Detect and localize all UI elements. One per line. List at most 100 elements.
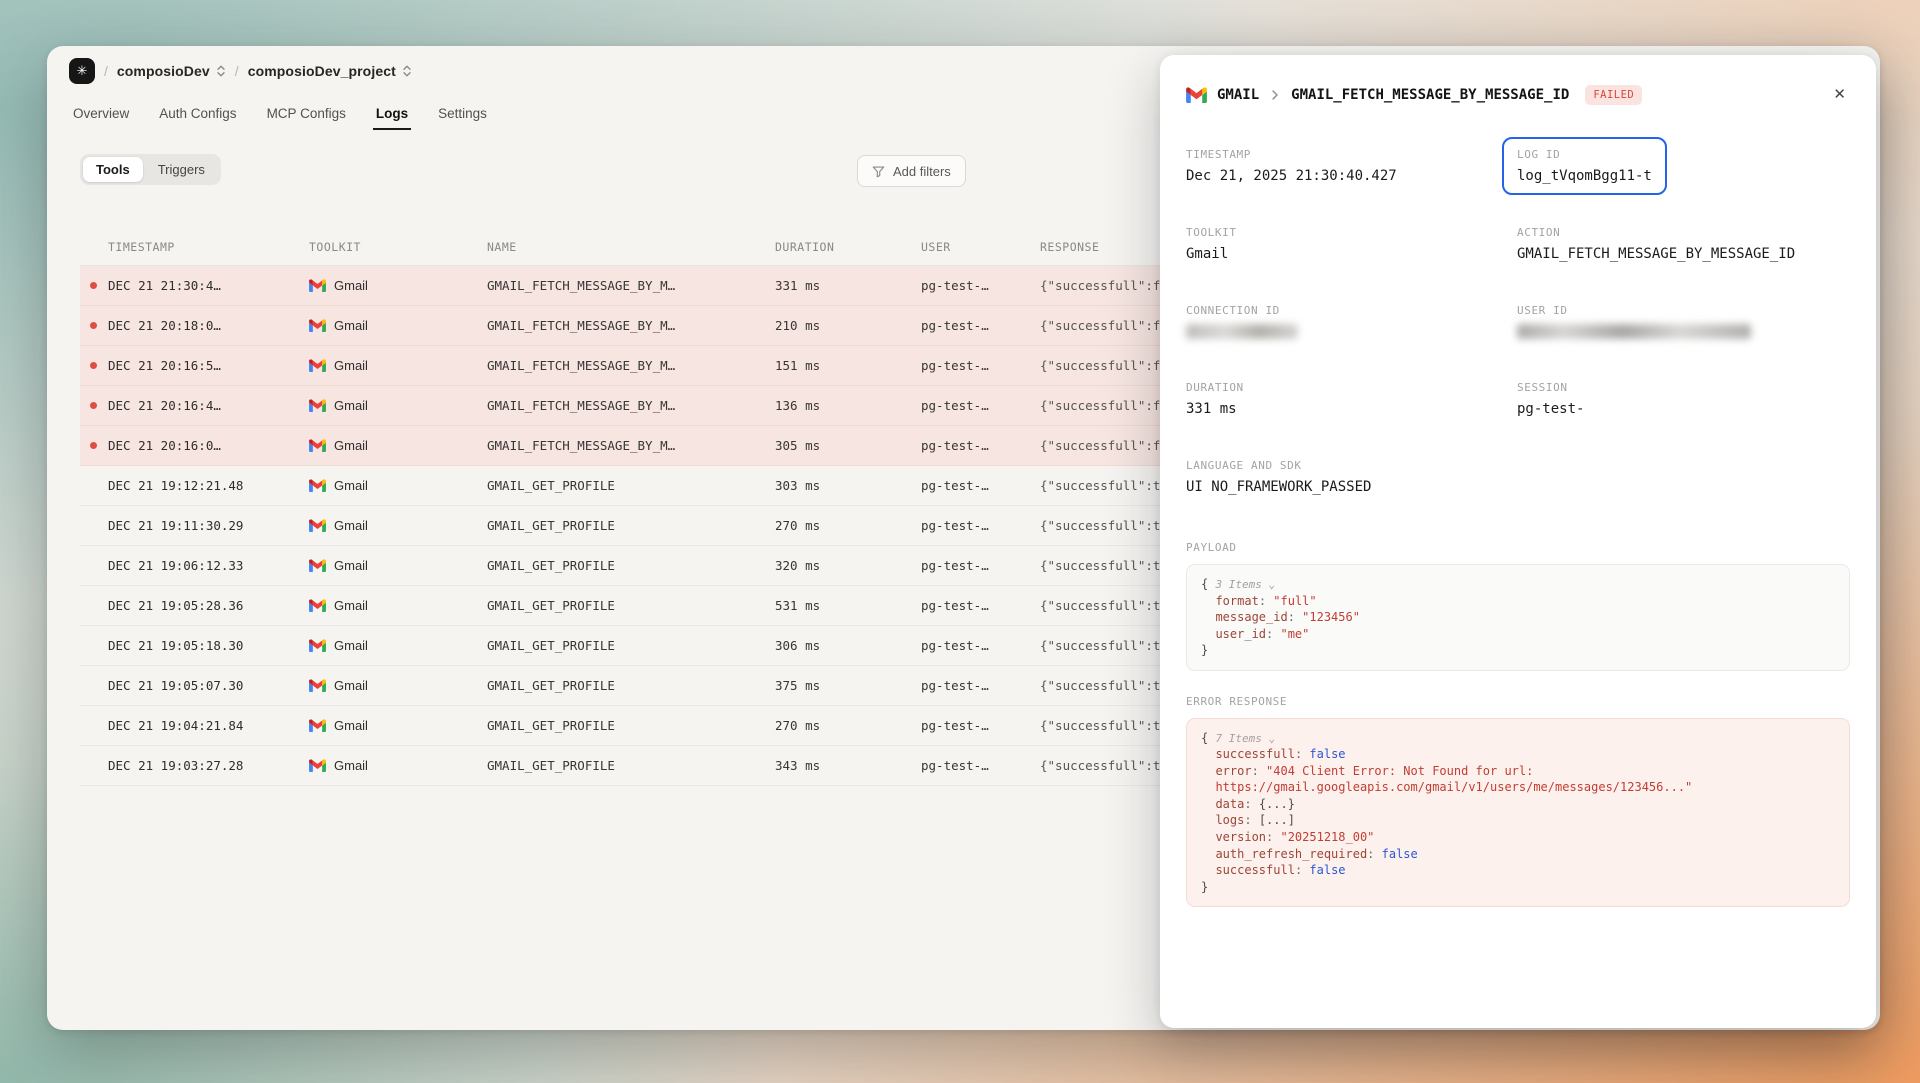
field-label: ACTION — [1517, 226, 1850, 239]
column-name: NAME — [487, 240, 775, 254]
row-duration: 320 ms — [775, 558, 921, 573]
row-toolkit-cell: Gmail — [309, 318, 487, 333]
field-label: SESSION — [1517, 381, 1850, 394]
panel-header: GMAIL GMAIL_FETCH_MESSAGE_BY_MESSAGE_ID … — [1160, 55, 1876, 106]
row-user: pg-test-… — [921, 438, 1040, 453]
row-name: GMAIL_GET_PROFILE — [487, 638, 775, 653]
items-collapse-toggle[interactable]: 3 Items ⌄ — [1215, 578, 1275, 591]
toggle-triggers-button[interactable]: Triggers — [145, 157, 218, 182]
row-toolkit: Gmail — [334, 478, 368, 493]
items-collapse-toggle[interactable]: 7 Items ⌄ — [1215, 732, 1275, 745]
row-toolkit: Gmail — [334, 598, 368, 613]
row-timestamp: DEC 21 19:05:07.30 — [108, 678, 243, 693]
gmail-icon — [309, 719, 326, 732]
error-response-section: ERROR RESPONSE { 7 Items ⌄ successfull: … — [1160, 695, 1876, 907]
breadcrumb-org[interactable]: composioDev — [117, 63, 226, 79]
row-duration: 375 ms — [775, 678, 921, 693]
tab-logs[interactable]: Logs — [376, 104, 408, 123]
add-filters-label: Add filters — [893, 164, 951, 179]
row-toolkit: Gmail — [334, 518, 368, 533]
panel-action-title: GMAIL_FETCH_MESSAGE_BY_MESSAGE_ID — [1291, 87, 1569, 103]
row-timestamp: DEC 21 20:16:4… — [108, 398, 221, 413]
row-timestamp: DEC 21 20:16:5… — [108, 358, 221, 373]
row-toolkit: Gmail — [334, 318, 368, 333]
row-name: GMAIL_GET_PROFILE — [487, 558, 775, 573]
row-name: GMAIL_FETCH_MESSAGE_BY_M… — [487, 358, 775, 373]
field-timestamp: TIMESTAMP Dec 21, 2025 21:30:40.427 — [1186, 148, 1517, 184]
gmail-icon — [309, 479, 326, 492]
row-timestamp-cell: DEC 21 19:11:30.29 — [108, 518, 309, 533]
gmail-icon — [309, 519, 326, 532]
row-toolkit: Gmail — [334, 398, 368, 413]
row-toolkit-cell: Gmail — [309, 558, 487, 573]
row-duration: 343 ms — [775, 758, 921, 773]
row-toolkit-cell: Gmail — [309, 598, 487, 613]
field-label: DURATION — [1186, 381, 1517, 394]
row-timestamp-cell: DEC 21 19:06:12.33 — [108, 558, 309, 573]
row-user: pg-test-… — [921, 758, 1040, 773]
tab-auth-configs[interactable]: Auth Configs — [159, 104, 236, 123]
gmail-icon — [309, 559, 326, 572]
field-label: CONNECTION ID — [1186, 304, 1517, 317]
row-toolkit-cell: Gmail — [309, 278, 487, 293]
row-toolkit: Gmail — [334, 438, 368, 453]
gmail-icon — [1186, 87, 1207, 103]
field-value: pg-test- — [1517, 401, 1850, 417]
row-toolkit-cell: Gmail — [309, 398, 487, 413]
error-json: { 7 Items ⌄ successfull: false error: "4… — [1186, 718, 1850, 907]
field-label: TOOLKIT — [1186, 226, 1517, 239]
row-timestamp: DEC 21 19:12:21.48 — [108, 478, 243, 493]
row-toolkit-cell: Gmail — [309, 638, 487, 653]
row-user: pg-test-… — [921, 518, 1040, 533]
row-toolkit-cell: Gmail — [309, 678, 487, 693]
tab-settings[interactable]: Settings — [438, 104, 487, 123]
row-toolkit-cell: Gmail — [309, 518, 487, 533]
row-timestamp-cell: DEC 21 20:18:0… — [108, 318, 309, 333]
tab-overview[interactable]: Overview — [73, 104, 129, 123]
row-timestamp: DEC 21 20:16:0… — [108, 438, 221, 453]
add-filters-button[interactable]: Add filters — [857, 155, 966, 187]
composio-logo[interactable]: ✳ — [69, 58, 95, 84]
row-timestamp: DEC 21 19:03:27.28 — [108, 758, 243, 773]
gmail-icon — [309, 439, 326, 452]
payload-label: PAYLOAD — [1186, 541, 1850, 554]
breadcrumb-separator: / — [104, 63, 108, 79]
row-timestamp-cell: DEC 21 20:16:5… — [108, 358, 309, 373]
row-name: GMAIL_GET_PROFILE — [487, 518, 775, 533]
row-toolkit: Gmail — [334, 358, 368, 373]
row-name: GMAIL_FETCH_MESSAGE_BY_M… — [487, 278, 775, 293]
row-name: GMAIL_FETCH_MESSAGE_BY_M… — [487, 398, 775, 413]
desktop-background: ✳ / composioDev / composioDev_project Ov… — [0, 0, 1920, 1083]
row-user: pg-test-… — [921, 478, 1040, 493]
row-toolkit: Gmail — [334, 278, 368, 293]
tab-mcp-configs[interactable]: MCP Configs — [267, 104, 346, 123]
panel-toolkit-name: GMAIL — [1217, 87, 1259, 103]
log-detail-panel: GMAIL GMAIL_FETCH_MESSAGE_BY_MESSAGE_ID … — [1160, 55, 1876, 1028]
org-name: composioDev — [117, 63, 210, 79]
field-value: GMAIL_FETCH_MESSAGE_BY_MESSAGE_ID — [1517, 246, 1850, 262]
user-id-redacted-value — [1517, 324, 1751, 339]
field-action: ACTION GMAIL_FETCH_MESSAGE_BY_MESSAGE_ID — [1517, 226, 1850, 262]
field-duration: DURATION 331 ms — [1186, 381, 1517, 417]
close-icon[interactable]: ✕ — [1829, 83, 1850, 106]
row-toolkit: Gmail — [334, 758, 368, 773]
row-duration: 270 ms — [775, 518, 921, 533]
row-timestamp-cell: DEC 21 21:30:4… — [108, 278, 309, 293]
row-timestamp-cell: DEC 21 19:05:07.30 — [108, 678, 309, 693]
field-connection-id: CONNECTION ID — [1186, 304, 1517, 339]
payload-json: { 3 Items ⌄ format: "full" message_id: "… — [1186, 564, 1850, 671]
row-user: pg-test-… — [921, 638, 1040, 653]
toggle-tools-button[interactable]: Tools — [83, 157, 143, 182]
field-user-id: USER ID — [1517, 304, 1850, 339]
row-timestamp: DEC 21 19:05:28.36 — [108, 598, 243, 613]
gmail-icon — [309, 639, 326, 652]
view-toggle: Tools Triggers — [80, 154, 221, 185]
row-duration: 136 ms — [775, 398, 921, 413]
error-response-label: ERROR RESPONSE — [1186, 695, 1850, 708]
breadcrumb-project[interactable]: composioDev_project — [248, 63, 412, 79]
payload-section: PAYLOAD { 3 Items ⌄ format: "full" messa… — [1160, 541, 1876, 671]
row-duration: 305 ms — [775, 438, 921, 453]
column-toolkit: TOOLKIT — [309, 240, 487, 254]
chevron-updown-icon — [402, 64, 412, 78]
field-language-sdk: LANGUAGE AND SDK UI NO_FRAMEWORK_PASSED — [1186, 459, 1517, 495]
